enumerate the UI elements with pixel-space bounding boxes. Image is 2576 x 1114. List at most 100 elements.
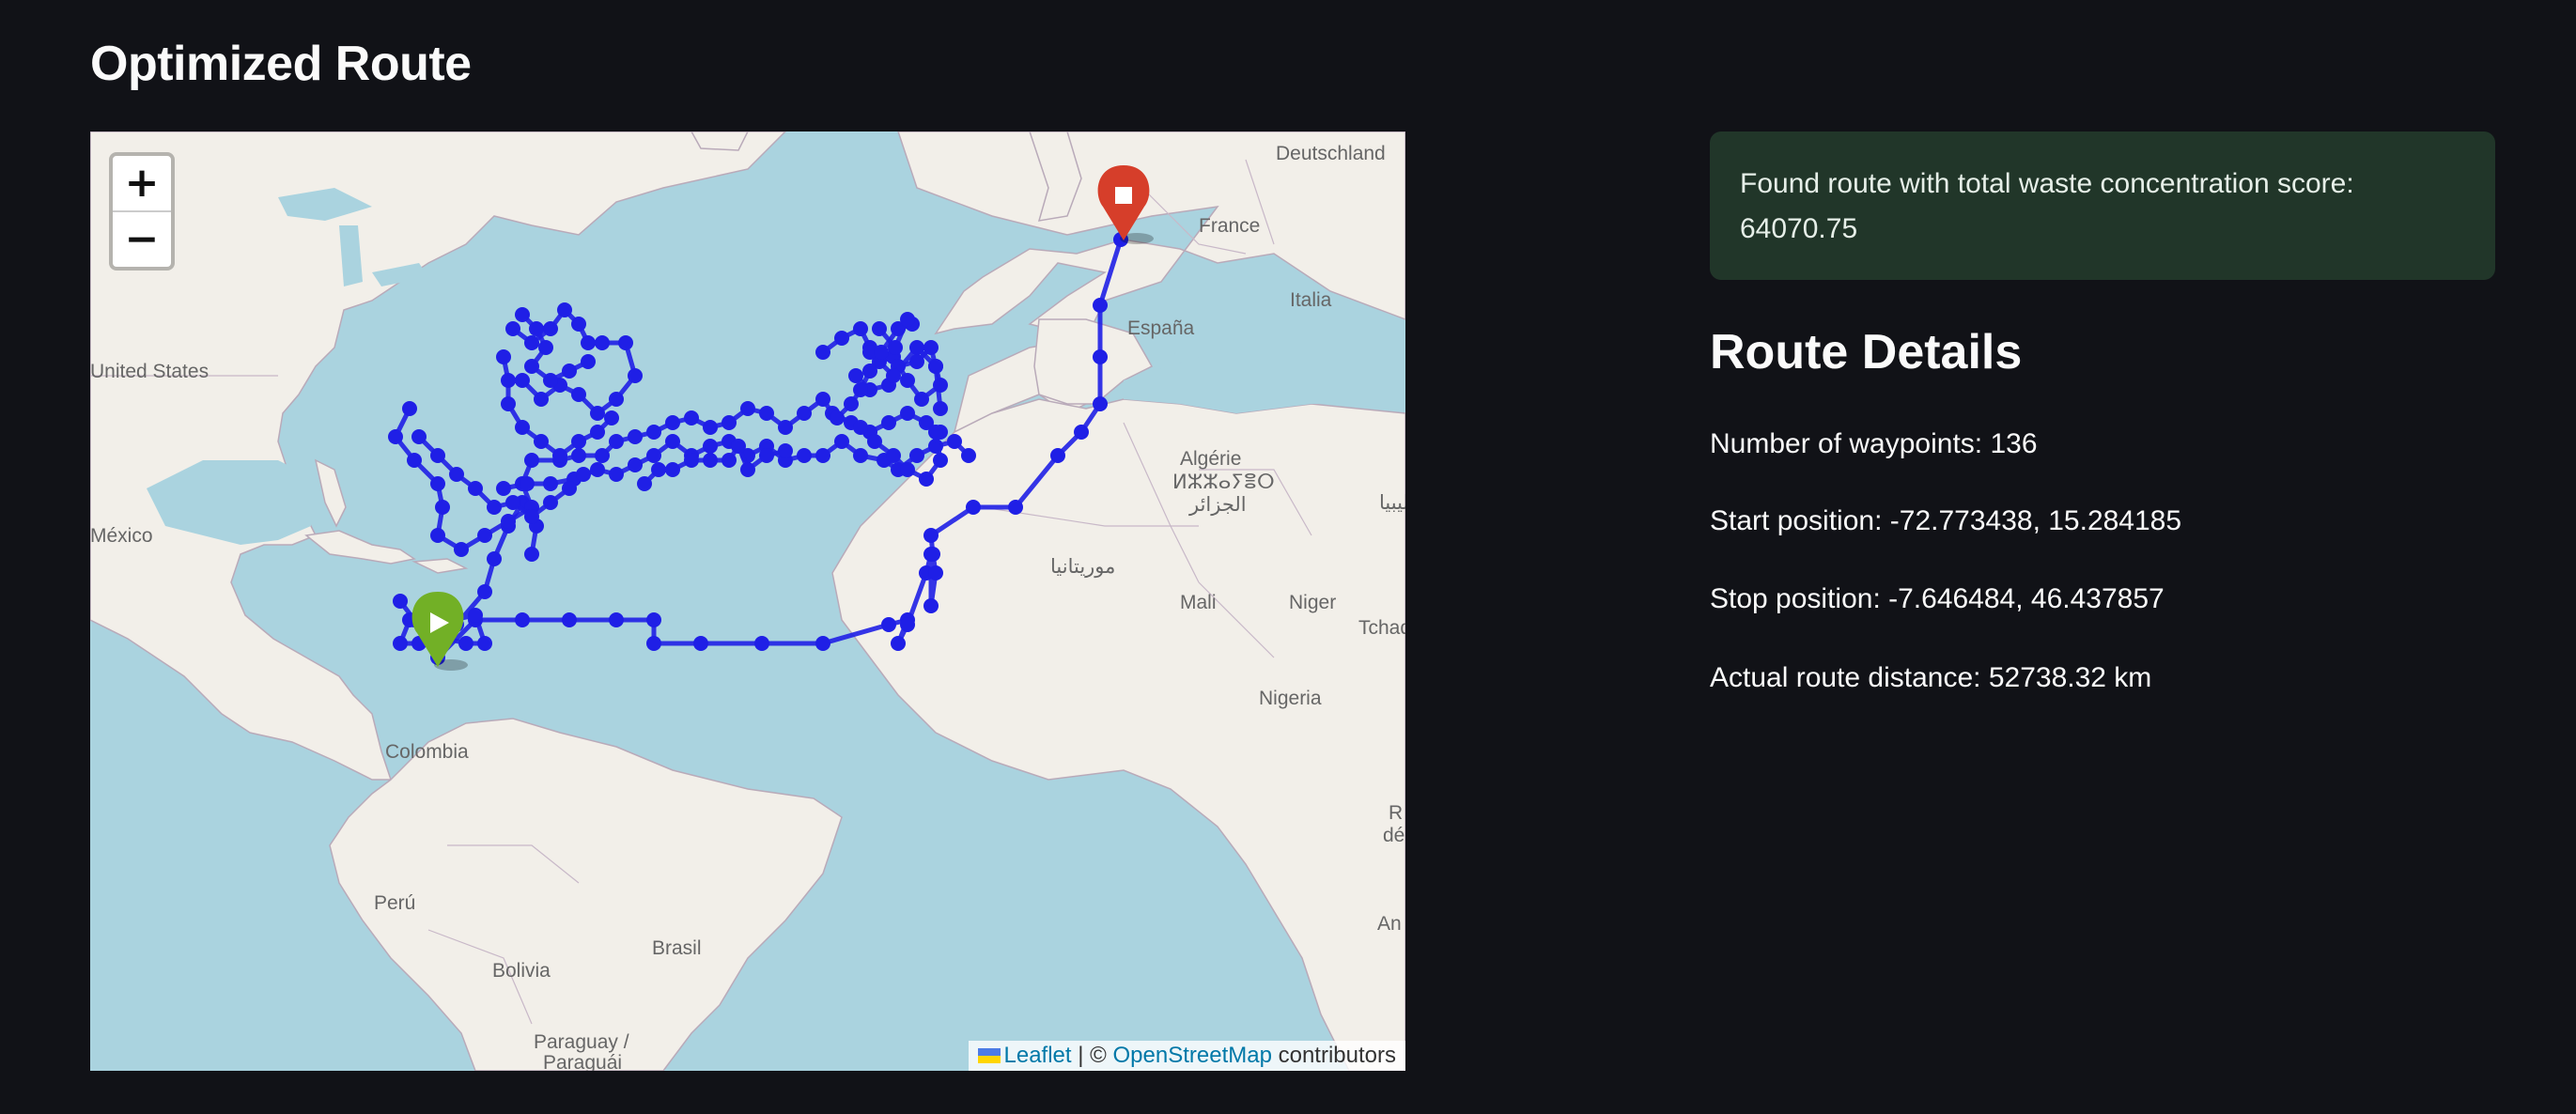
waypoint-dot	[576, 467, 591, 482]
land-caribbean	[304, 530, 416, 565]
waypoint-dot	[529, 321, 544, 336]
waypoint-dot	[1093, 396, 1108, 411]
waypoint-dot	[581, 335, 596, 350]
waypoint-dot	[646, 612, 661, 627]
waypoint-dot	[1074, 425, 1089, 440]
waypoint-dot	[778, 420, 793, 435]
zoom-out-button[interactable]: −	[113, 210, 171, 267]
waypoint-dot	[524, 359, 539, 374]
label-france: France	[1199, 215, 1260, 237]
waypoint-dot	[881, 415, 896, 430]
waypoint-dot	[722, 453, 737, 468]
waypoint-dot	[646, 448, 661, 463]
waypoint-dot	[891, 636, 906, 651]
leaflet-link[interactable]: Leaflet	[1004, 1043, 1072, 1068]
waypoint-dot	[609, 434, 624, 449]
waypoint-dot	[435, 500, 450, 515]
waypoint-dot	[853, 321, 868, 336]
waypoint-dot	[844, 396, 859, 411]
waypoint-dot	[543, 373, 558, 388]
waypoint-dot	[900, 462, 915, 477]
waypoint-dot	[815, 636, 830, 651]
waypoint-dot	[590, 462, 605, 477]
label-peru: Perú	[374, 892, 415, 914]
waypoint-dot	[618, 335, 633, 350]
label-mauritania-arabic: موريتانيا	[1050, 556, 1115, 579]
label-espana: España	[1127, 317, 1195, 339]
label-libya-arabic: ليبيا	[1379, 492, 1405, 514]
start-marker[interactable]	[411, 592, 468, 671]
attribution-contributors: contributors	[1271, 1043, 1396, 1068]
waypoint-dot	[928, 565, 943, 580]
waypoint-dot	[778, 443, 793, 458]
waypoint-dot	[933, 401, 948, 416]
page-title: Optimized Route	[90, 37, 472, 91]
waypoint-dot	[909, 340, 924, 355]
waypoint-dot	[524, 335, 539, 350]
waypoint-dot	[388, 429, 403, 444]
success-alert: Found route with total waste concentrati…	[1710, 132, 2495, 280]
waypoint-dot	[966, 500, 981, 515]
waypoint-dot	[1008, 500, 1023, 515]
waypoint-dot	[886, 448, 901, 463]
stop-icon	[1115, 187, 1132, 204]
waypoint-dot	[552, 448, 567, 463]
waypoint-dot	[703, 453, 718, 468]
waypoint-dot	[487, 551, 502, 566]
label-mexico: México	[90, 525, 153, 547]
end-marker[interactable]	[1097, 165, 1154, 244]
waypoint-dot	[524, 547, 539, 562]
waypoint-dot	[848, 368, 863, 383]
waypoint-dot	[411, 429, 427, 444]
waypoint-dot	[609, 612, 624, 627]
label-united-states: United States	[90, 361, 209, 382]
waypoint-dot	[468, 608, 483, 623]
waypoint-dot	[637, 476, 652, 491]
waypoint-dot	[797, 448, 812, 463]
waypoint-dot	[909, 448, 924, 463]
waypoint-dot	[961, 448, 976, 463]
waypoint-dot	[543, 495, 558, 510]
waypoint-dot	[797, 406, 812, 421]
waypoint-dot	[684, 453, 699, 468]
label-niger: Niger	[1289, 592, 1336, 613]
waypoint-dot	[430, 528, 445, 543]
label-bolivia: Bolivia	[492, 960, 551, 982]
zoom-in-button[interactable]: +	[113, 156, 171, 210]
land-africa	[831, 398, 1405, 1071]
waypoint-dot	[834, 331, 849, 346]
waypoint-dot	[703, 439, 718, 454]
alert-text: Found route with total waste concentrati…	[1740, 168, 2354, 244]
label-nigeria: Nigeria	[1259, 688, 1322, 709]
waypoint-dot	[628, 368, 643, 383]
waypoint-dot	[1093, 298, 1108, 313]
waypoint-dot	[900, 373, 915, 388]
waypoint-dot	[543, 321, 558, 336]
waypoint-dot	[393, 636, 408, 651]
waypoint-dot	[571, 448, 586, 463]
waypoint-dot	[515, 307, 530, 322]
waypoint-dot	[872, 321, 887, 336]
waypoint-dot	[604, 410, 619, 425]
waypoint-dot	[754, 636, 769, 651]
waypoint-dot	[393, 594, 408, 609]
waypoint-dot	[501, 396, 516, 411]
waypoint-dot	[407, 453, 422, 468]
land-florida	[314, 458, 347, 528]
waypoint-dot	[590, 425, 605, 440]
waypoint-dot	[477, 584, 492, 599]
waypoint-dot	[928, 425, 943, 440]
waypoint-dot	[665, 434, 680, 449]
waypoint-dot	[595, 335, 610, 350]
waypoint-dot	[562, 481, 577, 496]
waypoint-dot	[925, 547, 940, 562]
label-mali: Mali	[1180, 592, 1217, 613]
waypoint-dot	[524, 509, 539, 524]
osm-link[interactable]: OpenStreetMap	[1113, 1043, 1272, 1068]
waypoint-dot	[853, 420, 868, 435]
waypoint-dot	[534, 392, 549, 407]
waypoint-dot	[534, 434, 549, 449]
waypoint-dot	[815, 448, 830, 463]
waypoint-dot	[834, 434, 849, 449]
route-map[interactable]: Deutschland France Italia España United …	[90, 132, 1405, 1071]
